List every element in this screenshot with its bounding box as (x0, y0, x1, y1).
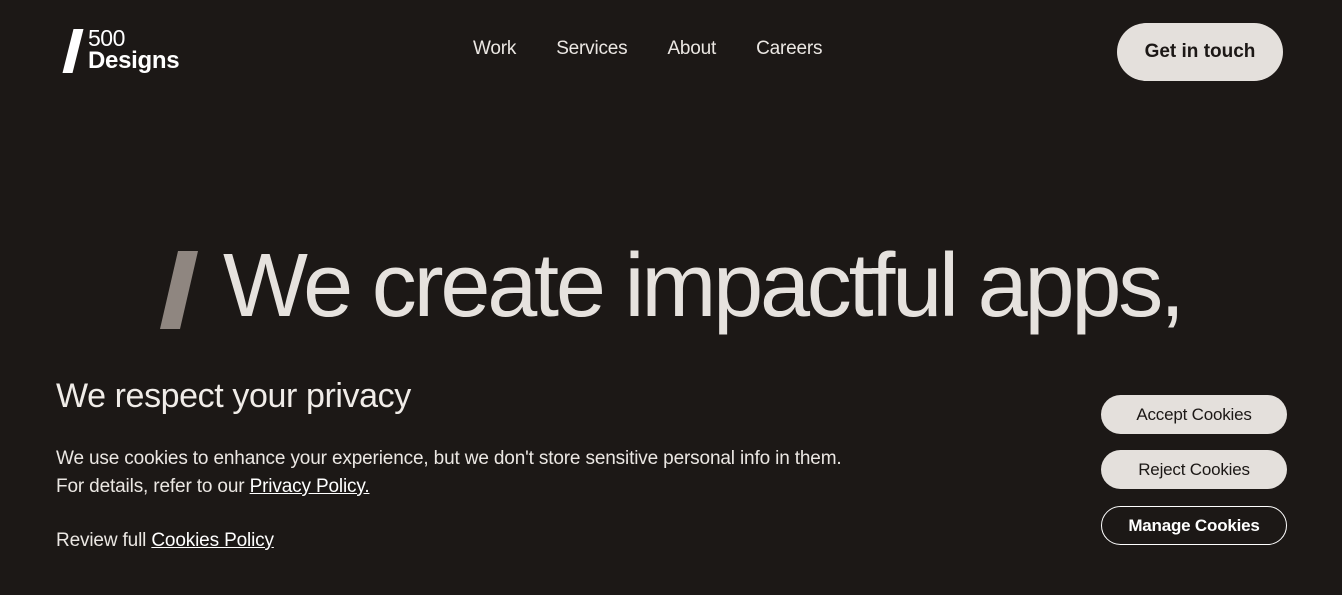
manage-cookies-button[interactable]: Manage Cookies (1101, 506, 1287, 545)
cookie-details-line: For details, refer to our Privacy Policy… (56, 473, 842, 501)
main-nav: Work Services About Careers (473, 38, 822, 60)
nav-link-about[interactable]: About (667, 38, 716, 60)
cookie-banner: We respect your privacy We use cookies t… (0, 350, 1342, 595)
logo-slash-mark (62, 29, 84, 73)
hero-headline: We create impactful apps, (223, 236, 1185, 336)
nav-link-work[interactable]: Work (473, 38, 516, 60)
cookie-details-prefix: For details, refer to our (56, 476, 250, 497)
cookie-description-line: We use cookies to enhance your experienc… (56, 448, 842, 469)
nav-link-services[interactable]: Services (556, 38, 627, 60)
cookie-review-line: Review full Cookies Policy (56, 527, 274, 555)
privacy-policy-link[interactable]: Privacy Policy. (250, 476, 370, 497)
logo[interactable]: 500 Designs (60, 27, 200, 75)
cookie-banner-title: We respect your privacy (56, 377, 411, 415)
accept-cookies-button[interactable]: Accept Cookies (1101, 395, 1287, 434)
cookie-review-prefix: Review full (56, 530, 152, 551)
hero-section: We create impactful apps, (158, 241, 1185, 335)
get-in-touch-button[interactable]: Get in touch (1117, 23, 1283, 81)
logo-wordmark: Designs (88, 47, 180, 74)
cookie-banner-description: We use cookies to enhance your experienc… (56, 445, 842, 501)
nav-link-careers[interactable]: Careers (756, 38, 822, 60)
hero-slash-mark (159, 251, 199, 329)
reject-cookies-button[interactable]: Reject Cookies (1101, 450, 1287, 489)
cookies-policy-link[interactable]: Cookies Policy (151, 530, 274, 551)
